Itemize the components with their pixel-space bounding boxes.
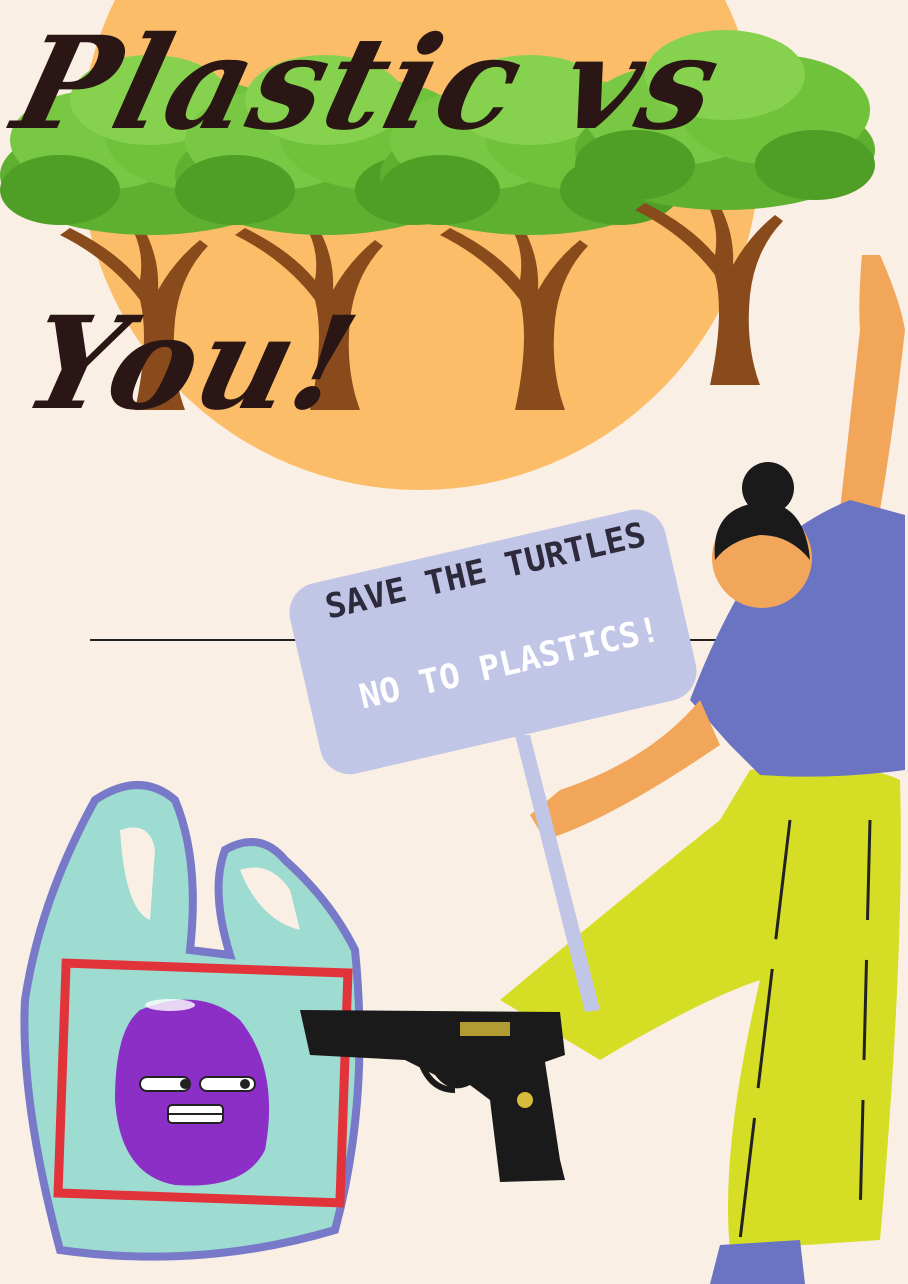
poster-canvas (0, 0, 905, 1284)
poster-title-line2: You! (11, 289, 372, 439)
poster-title-line1: Plastic vs (1, 9, 736, 159)
